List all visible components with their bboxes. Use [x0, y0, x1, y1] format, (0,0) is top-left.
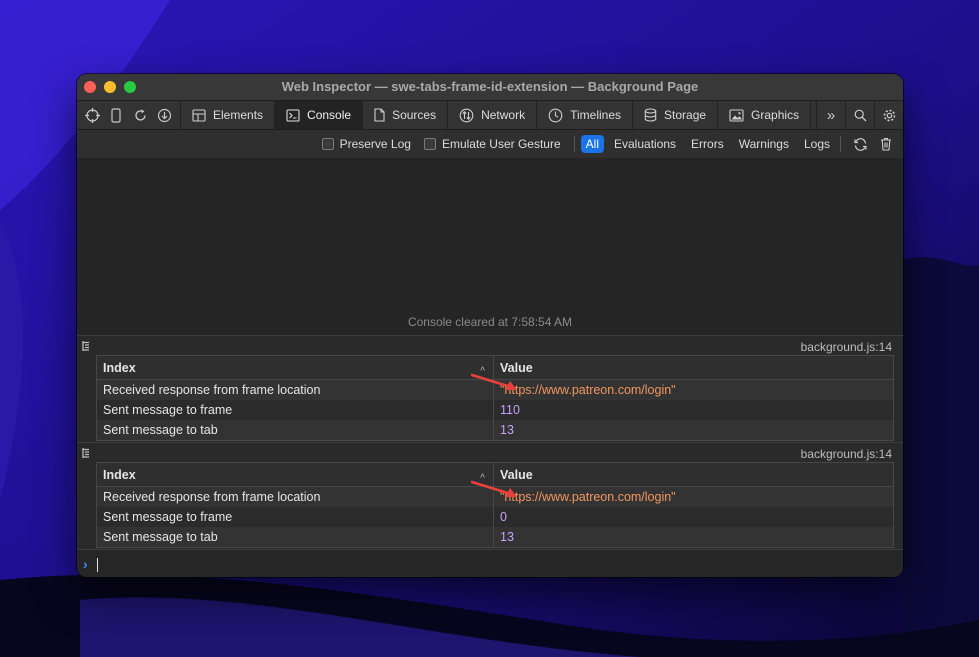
filter-all-button[interactable]: All	[580, 135, 604, 153]
table-row: Received response from frame location "h…	[97, 480, 893, 507]
row-index-cell: Sent message to tab	[103, 530, 218, 544]
tab-sources-label: Sources	[392, 108, 437, 122]
divider	[840, 136, 841, 152]
console-table: Index ^ Value Received response from fram…	[96, 355, 894, 441]
row-value-cell: 13	[493, 420, 893, 440]
console-output: Console cleared at 7:58:54 AM background…	[77, 158, 903, 577]
tab-timelines-label: Timelines	[570, 108, 622, 122]
toolbar-right: »	[816, 101, 903, 129]
table-row: Sent message to frame 110	[97, 400, 893, 420]
download-icon[interactable]	[152, 101, 176, 129]
source-link[interactable]: background.js:14	[801, 447, 892, 461]
search-icon	[854, 109, 866, 121]
row-index-cell: Sent message to frame	[103, 510, 233, 524]
tab-elements-label: Elements	[213, 108, 264, 122]
clock-icon	[548, 108, 563, 122]
reload-icon[interactable]	[128, 101, 152, 129]
tab-network-label: Network	[481, 108, 526, 122]
chevron-right-icon: ›	[83, 556, 88, 572]
filter-errors-button[interactable]: Errors	[686, 135, 729, 153]
trash-icon	[881, 137, 891, 151]
network-icon	[459, 108, 474, 122]
tab-sources[interactable]: Sources	[363, 101, 449, 129]
column-header-index[interactable]: Index ^	[97, 360, 493, 377]
row-value-cell: "https://www.patreon.com/login"	[493, 380, 893, 400]
row-index-cell: Received response from frame location	[103, 490, 321, 504]
database-icon	[644, 108, 657, 122]
search-button[interactable]	[845, 101, 874, 129]
tab-graphics-label: Graphics	[751, 108, 800, 122]
table-row: Sent message to tab 13	[97, 420, 893, 440]
tab-timelines[interactable]: Timelines	[537, 101, 634, 129]
title-bar: Web Inspector — swe-tabs-frame-id-extens…	[77, 74, 903, 101]
preserve-log-checkbox[interactable]: Preserve Log	[321, 137, 411, 151]
divider	[573, 136, 575, 152]
console-icon	[286, 108, 300, 122]
tab-console[interactable]: Console	[275, 101, 364, 129]
document-icon	[374, 108, 385, 122]
row-index-cell: Received response from frame location	[103, 383, 321, 397]
console-message: background.js:14 Index ^ Value Received r…	[77, 335, 903, 442]
tab-storage-label: Storage	[664, 108, 707, 122]
annotation-arrow	[471, 480, 517, 497]
emulate-user-gesture-label: Emulate User Gesture	[441, 137, 561, 151]
row-value-cell: 13	[493, 527, 893, 547]
column-header-value[interactable]: Value	[493, 356, 893, 379]
chevron-double-right-icon: »	[826, 106, 836, 124]
reload-console-button[interactable]	[847, 137, 873, 152]
clear-console-button[interactable]	[873, 137, 899, 151]
table-row: Received response from frame location "h…	[97, 373, 893, 400]
console-filter-bar: Preserve Log Emulate User Gesture All Ev…	[77, 130, 903, 159]
crosshair-icon[interactable]	[80, 101, 104, 129]
inspector-tab-bar: Elements Console Sources Network Timelin…	[77, 101, 903, 130]
row-index-cell: Sent message to tab	[103, 423, 218, 437]
row-value-cell: "https://www.patreon.com/login"	[493, 487, 893, 507]
table-row: Sent message to frame 0	[97, 507, 893, 527]
console-cleared-message: Console cleared at 7:58:54 AM	[407, 315, 573, 329]
row-index-cell: Sent message to frame	[103, 403, 233, 417]
web-inspector-window: Web Inspector — swe-tabs-frame-id-extens…	[77, 74, 903, 577]
column-header-index-label: Index	[103, 467, 136, 482]
tab-network[interactable]: Network	[448, 101, 538, 129]
image-icon	[729, 108, 744, 122]
filter-evaluations-button[interactable]: Evaluations	[609, 135, 681, 153]
column-header-index[interactable]: Index ^	[97, 467, 493, 484]
tab-console-label: Console	[307, 108, 352, 122]
tab-elements[interactable]: Elements	[181, 101, 276, 129]
text-cursor	[97, 558, 98, 572]
refresh-icon	[853, 137, 867, 151]
filter-warnings-button[interactable]: Warnings	[734, 135, 794, 153]
tab-graphics[interactable]: Graphics	[718, 101, 812, 129]
row-value-cell: 0	[493, 507, 893, 527]
settings-button[interactable]	[874, 101, 903, 129]
column-header-index-label: Index	[103, 360, 136, 375]
preserve-log-label: Preserve Log	[339, 137, 411, 151]
window-title: Web Inspector — swe-tabs-frame-id-extens…	[281, 79, 699, 94]
emulate-user-gesture-checkbox[interactable]: Emulate User Gesture	[423, 137, 561, 151]
column-header-value[interactable]: Value	[493, 463, 893, 486]
table-row: Sent message to tab 13	[97, 527, 893, 547]
overflow-tabs-button[interactable]: »	[816, 101, 845, 129]
elements-icon	[192, 108, 206, 122]
table-log-icon	[82, 448, 89, 458]
console-table: Index ^ Value Received response from fram…	[96, 462, 894, 548]
gear-icon	[883, 109, 895, 121]
checkbox-box[interactable]	[423, 138, 436, 150]
console-message: background.js:14 Index ^ Value Received r…	[77, 442, 903, 550]
source-link[interactable]: background.js:14	[801, 340, 892, 354]
checkbox-box[interactable]	[321, 138, 334, 150]
console-prompt[interactable]: ›	[77, 549, 903, 577]
annotation-arrow	[471, 373, 517, 390]
filter-logs-button[interactable]: Logs	[799, 135, 835, 153]
table-log-icon	[82, 341, 89, 351]
tab-storage[interactable]: Storage	[633, 101, 719, 129]
toolbar-tools	[77, 101, 181, 129]
device-icon[interactable]	[104, 101, 128, 129]
row-value-cell: 110	[493, 400, 893, 420]
